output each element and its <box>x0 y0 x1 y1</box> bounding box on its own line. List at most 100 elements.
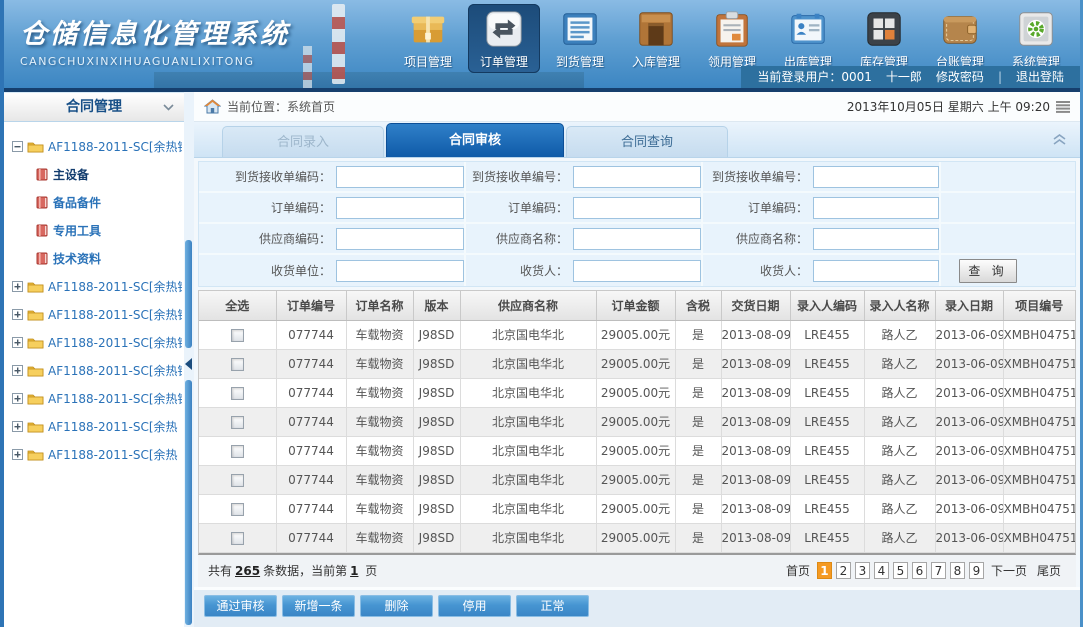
tab-contract-query[interactable]: 合同查询 <box>566 126 728 157</box>
nav-item-project[interactable]: 项目管理 <box>392 4 464 73</box>
nav-item-ledger[interactable]: 台账管理 <box>924 4 996 73</box>
row-checkbox[interactable] <box>231 358 244 371</box>
page-4-button[interactable]: 4 <box>874 562 889 579</box>
tree-leaf-label[interactable]: 技术资料 <box>53 250 101 267</box>
receiver-unit-input[interactable] <box>336 260 464 282</box>
page-5-button[interactable]: 5 <box>893 562 908 579</box>
receipt-code-input[interactable] <box>336 166 464 188</box>
expand-plus-icon[interactable] <box>12 309 23 320</box>
calendar-menu-icon[interactable] <box>1056 101 1070 113</box>
order-code2-input[interactable] <box>573 197 701 219</box>
cell-supplier: 北京国电华北 <box>460 494 596 523</box>
tree-node-1[interactable]: AF1188-2011-SC[余热锅炉 <box>12 272 182 300</box>
tree-node-0[interactable]: AF1188-2011-SC[余热锅炉岛 <box>12 132 182 160</box>
receiver-input[interactable] <box>573 260 701 282</box>
nav-item-orders[interactable]: 订单管理 <box>468 4 540 73</box>
first-page-button[interactable]: 首页 <box>786 562 810 579</box>
receipt-no2-input[interactable] <box>813 166 939 188</box>
table-row: 077744 车载物资 J98SD 北京国电华北 29005.00元 是 201… <box>199 349 1075 378</box>
logout-link[interactable]: 退出登陆 <box>1016 66 1064 88</box>
change-password-link[interactable]: 修改密码 <box>936 66 984 88</box>
row-checkbox[interactable] <box>231 532 244 545</box>
expand-plus-icon[interactable] <box>12 393 23 404</box>
tree-node-label[interactable]: AF1188-2011-SC[余热锅炉岛 <box>48 138 182 155</box>
cell-supplier: 北京国电华北 <box>460 378 596 407</box>
tree-node-label[interactable]: AF1188-2011-SC[余热锅 <box>48 390 182 407</box>
add-new-button[interactable]: 新增一条 <box>282 595 355 617</box>
tab-contract-entry[interactable]: 合同录入 <box>222 126 384 157</box>
sidebar-collapse-handle[interactable] <box>184 354 194 374</box>
row-checkbox[interactable] <box>231 474 244 487</box>
supplier-code-input[interactable] <box>336 228 464 250</box>
tree-leaf-technical-docs[interactable]: 技术资料 <box>12 244 182 272</box>
tree-leaf-spare-parts[interactable]: 备品备件 <box>12 188 182 216</box>
row-checkbox[interactable] <box>231 445 244 458</box>
supplier-name2-input[interactable] <box>813 228 939 250</box>
expand-plus-icon[interactable] <box>12 337 23 348</box>
order-code-input[interactable] <box>336 197 464 219</box>
nav-item-arrival[interactable]: 到货管理 <box>544 4 616 73</box>
tree-node-label[interactable]: AF1188-2011-SC[余热锅炉 <box>48 334 182 351</box>
home-icon[interactable] <box>204 99 221 114</box>
row-checkbox[interactable] <box>231 416 244 429</box>
row-checkbox[interactable] <box>231 503 244 516</box>
folder-icon <box>27 364 44 377</box>
nav-item-inventory[interactable]: 库存管理 <box>848 4 920 73</box>
page-3-button[interactable]: 3 <box>855 562 870 579</box>
tree-node-5[interactable]: AF1188-2011-SC[余热锅 <box>12 384 182 412</box>
tree-node-label[interactable]: AF1188-2011-SC[余热锅炉 <box>48 306 182 323</box>
order-code3-input[interactable] <box>813 197 939 219</box>
tree-leaf-label[interactable]: 备品备件 <box>53 194 101 211</box>
row-checkbox[interactable] <box>231 387 244 400</box>
tree-leaf-label[interactable]: 专用工具 <box>53 222 101 239</box>
receiver2-input[interactable] <box>813 260 939 282</box>
tree-leaf-label[interactable]: 主设备 <box>53 166 89 183</box>
nav-item-requisition[interactable]: 领用管理 <box>696 4 768 73</box>
supplier-name-input[interactable] <box>573 228 701 250</box>
tree-node-label[interactable]: AF1188-2011-SC[余热锅炉 <box>48 278 182 295</box>
collapse-minus-icon[interactable] <box>12 141 23 152</box>
disable-button[interactable]: 停用 <box>438 595 511 617</box>
nav-item-outbound[interactable]: 出库管理 <box>772 4 844 73</box>
page-6-button[interactable]: 6 <box>912 562 927 579</box>
row-checkbox[interactable] <box>231 329 244 342</box>
tree-node-label[interactable]: AF1188-2011-SC[余热 <box>48 418 178 435</box>
page-9-button[interactable]: 9 <box>969 562 984 579</box>
tree-node-3[interactable]: AF1188-2011-SC[余热锅炉 <box>12 328 182 356</box>
tree-node-4[interactable]: AF1188-2011-SC[余热锅 <box>12 356 182 384</box>
receipt-no-input[interactable] <box>573 166 701 188</box>
next-page-button[interactable]: 下一页 <box>991 562 1027 579</box>
sidebar-splitter[interactable] <box>184 92 194 627</box>
book-icon <box>36 224 48 237</box>
tree-node-2[interactable]: AF1188-2011-SC[余热锅炉 <box>12 300 182 328</box>
pager-bar: 共有265条数据，当前第1 页 首页 1 2 3 4 5 6 7 8 9 下一页… <box>198 555 1076 587</box>
delete-button[interactable]: 删除 <box>360 595 433 617</box>
tree-node-label[interactable]: AF1188-2011-SC[余热 <box>48 446 178 463</box>
normal-button[interactable]: 正常 <box>516 595 589 617</box>
last-page-button[interactable]: 尾页 <box>1037 562 1061 579</box>
tree-node-label[interactable]: AF1188-2011-SC[余热锅 <box>48 362 182 379</box>
page-2-button[interactable]: 2 <box>836 562 851 579</box>
expand-plus-icon[interactable] <box>12 449 23 460</box>
tree-node-6[interactable]: AF1188-2011-SC[余热 <box>12 412 182 440</box>
tab-contract-review[interactable]: 合同审核 <box>386 123 564 157</box>
page-8-button[interactable]: 8 <box>950 562 965 579</box>
cell-order-no: 077744 <box>276 320 346 349</box>
page-1-button[interactable]: 1 <box>817 562 832 579</box>
approve-button[interactable]: 通过审核 <box>204 595 277 617</box>
search-row-1: 到货接收单编码： 到货接收单编号： 到货接收单编号： <box>199 162 1075 193</box>
panel-collapse-icon[interactable] <box>1053 134 1066 145</box>
query-button[interactable]: 查 询 <box>959 259 1017 283</box>
expand-plus-icon[interactable] <box>12 421 23 432</box>
tree-leaf-special-tools[interactable]: 专用工具 <box>12 216 182 244</box>
cell-delivery-date: 2013-08-09 <box>721 494 790 523</box>
page-7-button[interactable]: 7 <box>931 562 946 579</box>
expand-plus-icon[interactable] <box>12 365 23 376</box>
cell-version: J98SD <box>413 320 460 349</box>
expand-plus-icon[interactable] <box>12 281 23 292</box>
chevron-down-icon[interactable] <box>163 104 174 111</box>
nav-item-system[interactable]: 系统管理 <box>1000 4 1072 73</box>
tree-leaf-main-equipment[interactable]: 主设备 <box>12 160 182 188</box>
tree-node-7[interactable]: AF1188-2011-SC[余热 <box>12 440 182 468</box>
nav-item-inbound[interactable]: 入库管理 <box>620 4 692 73</box>
